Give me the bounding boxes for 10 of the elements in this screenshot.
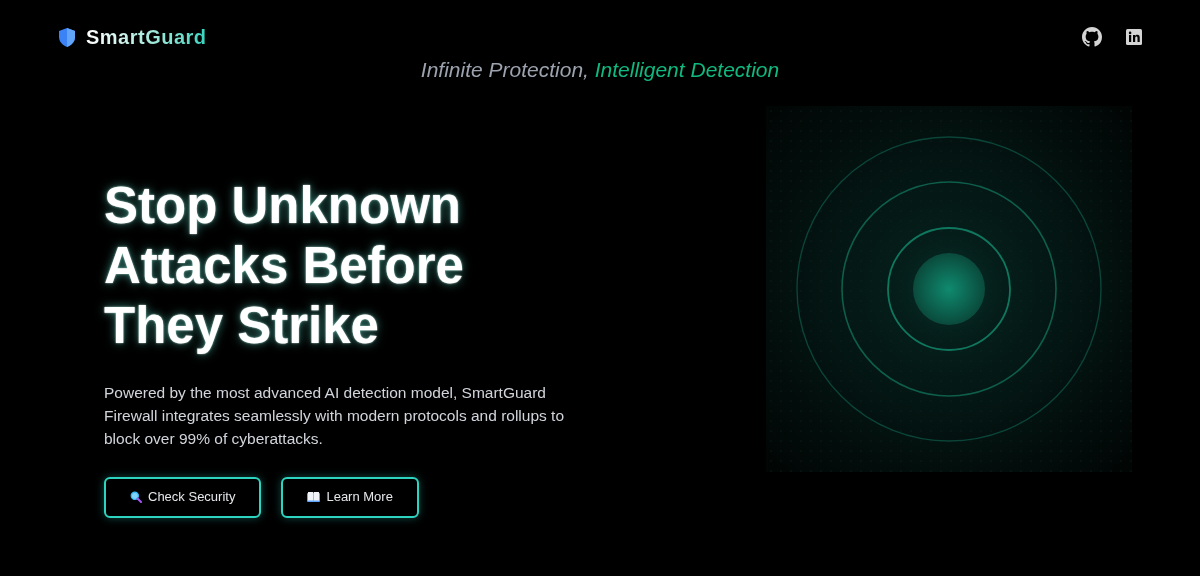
linkedin-icon[interactable] <box>1126 29 1142 45</box>
check-security-button[interactable]: Check Security <box>104 476 262 518</box>
github-icon[interactable] <box>1082 27 1102 47</box>
magnifier-icon <box>130 491 142 503</box>
learn-more-button[interactable]: Learn More <box>281 476 419 518</box>
book-icon <box>307 492 321 502</box>
headline: Stop Unknown Attacks Before They Strike <box>104 175 465 356</box>
tagline: Infinite Protection, Intelligent Detection <box>419 57 781 83</box>
hero-description: Powered by the most advanced AI detection model, SmartGuard Firewall integrates seamlessly with modern protocols and rollups to block over 99% of cyberattacks. <box>104 382 566 449</box>
shield-icon <box>58 26 76 48</box>
